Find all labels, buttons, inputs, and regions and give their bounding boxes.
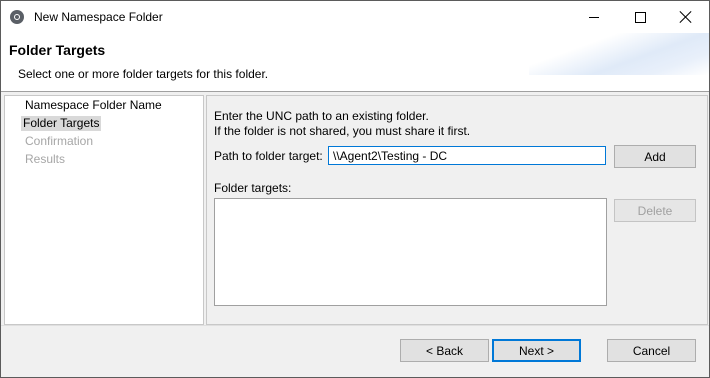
instruction-line-2: If the folder is not shared, you must sh… [214,124,471,138]
title-bar: New Namespace Folder [1,1,709,33]
maximize-button[interactable] [617,1,663,33]
header-banner-graphic [529,33,709,75]
delete-button: Delete [614,199,696,222]
minimize-icon [589,16,599,18]
folder-targets-list[interactable] [214,198,607,306]
instruction-line-1: Enter the UNC path to an existing folder… [214,109,429,123]
app-icon [10,10,24,24]
wizard-header: Folder Targets Select one or more folder… [1,33,709,91]
minimize-button[interactable] [571,1,617,33]
folder-targets-label: Folder targets: [214,181,292,195]
back-button[interactable]: < Back [400,339,489,362]
header-divider [1,91,709,92]
step-results: Results [25,152,66,166]
close-icon [680,11,692,23]
close-button[interactable] [663,1,709,33]
dialog-window: New Namespace Folder Folder Targets Sele… [0,0,710,378]
add-button[interactable]: Add [614,145,696,168]
path-input[interactable] [328,146,606,165]
next-button[interactable]: Next > [492,339,581,362]
step-confirmation: Confirmation [25,134,94,148]
footer-divider [1,325,709,326]
step-namespace-folder-name[interactable]: Namespace Folder Name [23,98,164,113]
page-description: Select one or more folder targets for th… [18,67,269,81]
step-folder-targets[interactable]: Folder Targets [21,116,102,131]
window-title: New Namespace Folder [34,10,163,24]
page-title: Folder Targets [9,42,106,58]
maximize-icon [634,11,646,23]
path-label: Path to folder target: [214,149,323,163]
cancel-button[interactable]: Cancel [607,339,696,362]
